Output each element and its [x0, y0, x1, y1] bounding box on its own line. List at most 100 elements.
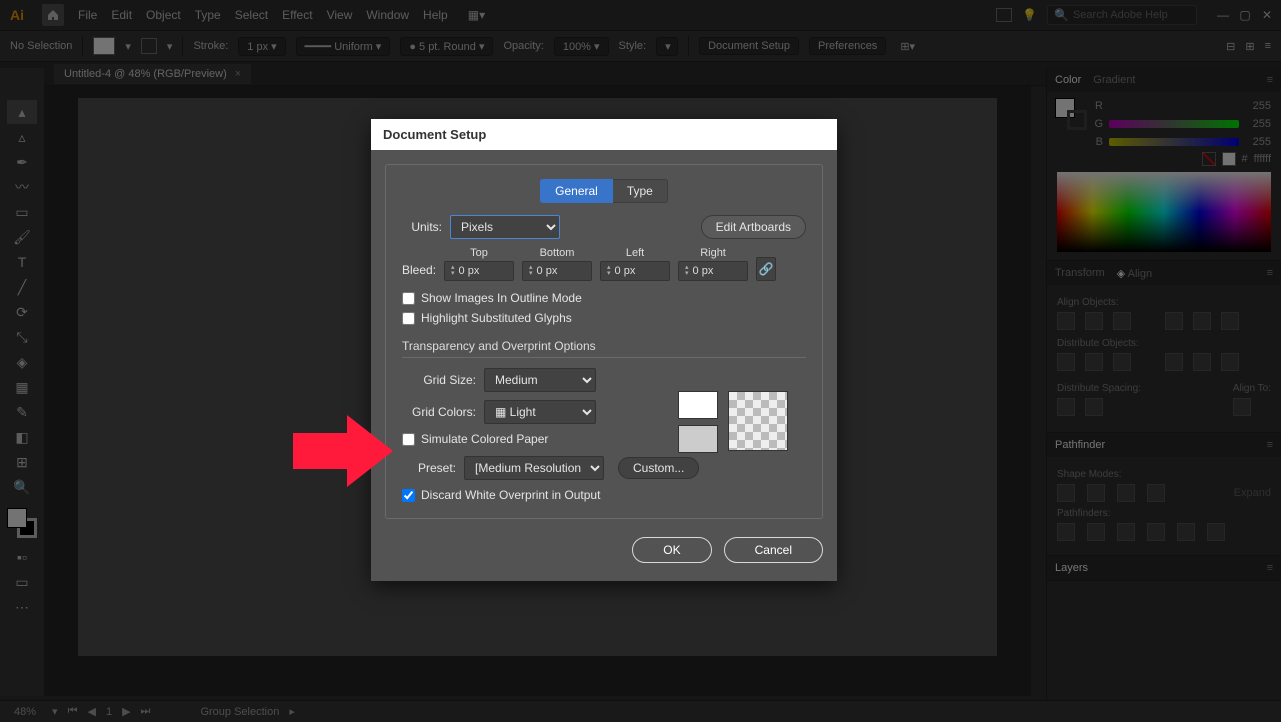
tab-general[interactable]: General: [540, 179, 613, 203]
dist-bottom-icon[interactable]: [1113, 353, 1131, 371]
chevron-down-icon[interactable]: ▾: [52, 705, 58, 718]
outline-icon[interactable]: [1177, 523, 1195, 541]
custom-button[interactable]: Custom...: [618, 457, 699, 479]
graphic-style[interactable]: ▾: [656, 37, 678, 56]
min-icon[interactable]: —: [1215, 7, 1231, 23]
none-swatch-icon[interactable]: [1202, 152, 1216, 166]
stroke-weight[interactable]: 1 px ▾: [238, 37, 285, 56]
nav-next-icon[interactable]: ▶: [122, 705, 130, 718]
zoom-tool-icon[interactable]: 🔍: [7, 475, 37, 499]
unite-icon[interactable]: [1057, 484, 1075, 502]
hex-value[interactable]: ffffff: [1254, 153, 1271, 165]
max-icon[interactable]: ▢: [1237, 7, 1253, 23]
stroke-swatch[interactable]: [141, 38, 157, 54]
dist-hspace-icon[interactable]: [1085, 398, 1103, 416]
document-setup-button[interactable]: Document Setup: [699, 37, 799, 55]
dist-vspace-icon[interactable]: [1057, 398, 1075, 416]
exclude-icon[interactable]: [1147, 484, 1165, 502]
paintbrush-tool-icon[interactable]: 🖌: [7, 225, 37, 249]
link-bleed-icon[interactable]: 🔗: [756, 257, 776, 281]
align-top-icon[interactable]: [1165, 312, 1183, 330]
grid-preview-light-swatch[interactable]: [678, 391, 718, 419]
help-search[interactable]: 🔍: [1047, 5, 1197, 25]
grid-colors-select[interactable]: ▦ Light: [484, 400, 596, 424]
align-to-icon[interactable]: [1233, 398, 1251, 416]
trim-icon[interactable]: [1087, 523, 1105, 541]
bleed-top-input[interactable]: ▴▾0 px: [444, 261, 514, 281]
tab-layers[interactable]: Layers: [1055, 562, 1088, 574]
direct-selection-tool-icon[interactable]: ▵: [7, 125, 37, 149]
home-icon[interactable]: [42, 4, 64, 26]
gradient-tool-icon[interactable]: ▦: [7, 375, 37, 399]
document-tab[interactable]: Untitled-4 @ 48% (RGB/Preview) ×: [54, 64, 251, 84]
color-slider-r[interactable]: R255: [1093, 100, 1271, 112]
selection-tool-icon[interactable]: ▴: [7, 100, 37, 124]
chevron-down-icon[interactable]: ▾: [125, 40, 131, 53]
edit-artboards-button[interactable]: Edit Artboards: [701, 215, 806, 239]
menu-effect[interactable]: Effect: [282, 8, 312, 22]
white-swatch[interactable]: [1222, 152, 1236, 166]
panel-menu-icon[interactable]: ≡: [1267, 439, 1273, 451]
zoom-level[interactable]: 48%: [8, 706, 42, 718]
align-hcenter-icon[interactable]: [1085, 312, 1103, 330]
dist-hcenter-icon[interactable]: [1193, 353, 1211, 371]
arrange-icon[interactable]: [996, 8, 1012, 22]
stroke-profile[interactable]: ━━━━ Uniform ▾: [296, 37, 391, 56]
close-icon[interactable]: ✕: [1259, 7, 1275, 23]
chevron-right-icon[interactable]: ▸: [289, 705, 295, 718]
dist-left-icon[interactable]: [1165, 353, 1183, 371]
highlight-glyphs-checkbox[interactable]: Highlight Substituted Glyphs: [402, 311, 806, 325]
cancel-button[interactable]: Cancel: [724, 537, 823, 563]
panel-menu-icon[interactable]: ≡: [1267, 74, 1273, 86]
tab-align[interactable]: ◈ Align: [1117, 267, 1152, 280]
bleed-bottom-input[interactable]: ▴▾0 px: [522, 261, 592, 281]
close-tab-icon[interactable]: ×: [235, 68, 241, 80]
nav-last-icon[interactable]: ⏭: [141, 705, 151, 718]
opacity-value[interactable]: 100% ▾: [554, 37, 609, 56]
panel-menu-icon[interactable]: ≡: [1265, 40, 1271, 53]
chevron-down-icon[interactable]: ▾: [167, 40, 173, 53]
color-mode-icon[interactable]: ▪▫: [7, 545, 37, 569]
lightbulb-icon[interactable]: 💡: [1022, 8, 1037, 22]
align-right-icon[interactable]: [1113, 312, 1131, 330]
artboard-tool-icon[interactable]: ⊞: [7, 450, 37, 474]
rotate-tool-icon[interactable]: ⟳: [7, 300, 37, 324]
color-slider-b[interactable]: B255: [1093, 136, 1271, 148]
align-vcenter-icon[interactable]: [1193, 312, 1211, 330]
width-tool-icon[interactable]: ◈: [7, 350, 37, 374]
minus-front-icon[interactable]: [1087, 484, 1105, 502]
panel-icon[interactable]: ⊟: [1226, 40, 1235, 53]
color-spectrum[interactable]: [1057, 172, 1271, 252]
bleed-left-input[interactable]: ▴▾0 px: [600, 261, 670, 281]
tab-type[interactable]: Type: [613, 179, 668, 203]
screen-mode-icon[interactable]: ▭: [7, 570, 37, 594]
dist-top-icon[interactable]: [1057, 353, 1075, 371]
panel-menu-icon[interactable]: ≡: [1267, 267, 1273, 279]
grid-size-select[interactable]: Medium: [484, 368, 596, 392]
divide-icon[interactable]: [1057, 523, 1075, 541]
menu-object[interactable]: Object: [146, 8, 181, 22]
workspace-switcher-icon[interactable]: ▦▾: [468, 8, 485, 22]
artboard-index[interactable]: 1: [106, 706, 112, 718]
align-icon[interactable]: ⊞▾: [900, 40, 915, 53]
preferences-button[interactable]: Preferences: [809, 37, 886, 55]
menu-file[interactable]: File: [78, 8, 97, 22]
expand-button[interactable]: Expand: [1234, 487, 1271, 499]
line-tool-icon[interactable]: ╱: [7, 275, 37, 299]
tab-transform[interactable]: Transform: [1055, 267, 1105, 279]
tab-color[interactable]: Color: [1055, 74, 1081, 86]
fill-swatch[interactable]: [93, 37, 115, 55]
menu-select[interactable]: Select: [235, 8, 268, 22]
panel-icon[interactable]: ⊞: [1245, 40, 1254, 53]
show-outline-checkbox[interactable]: Show Images In Outline Mode: [402, 291, 806, 305]
eyedropper-tool-icon[interactable]: ✎: [7, 400, 37, 424]
menu-type[interactable]: Type: [195, 8, 221, 22]
crop-icon[interactable]: [1147, 523, 1165, 541]
menu-view[interactable]: View: [327, 8, 353, 22]
nav-first-icon[interactable]: ⏮: [68, 705, 78, 718]
fill-stroke-indicator[interactable]: [7, 508, 37, 538]
dist-vcenter-icon[interactable]: [1085, 353, 1103, 371]
merge-icon[interactable]: [1117, 523, 1135, 541]
minus-back-icon[interactable]: [1207, 523, 1225, 541]
align-left-icon[interactable]: [1057, 312, 1075, 330]
